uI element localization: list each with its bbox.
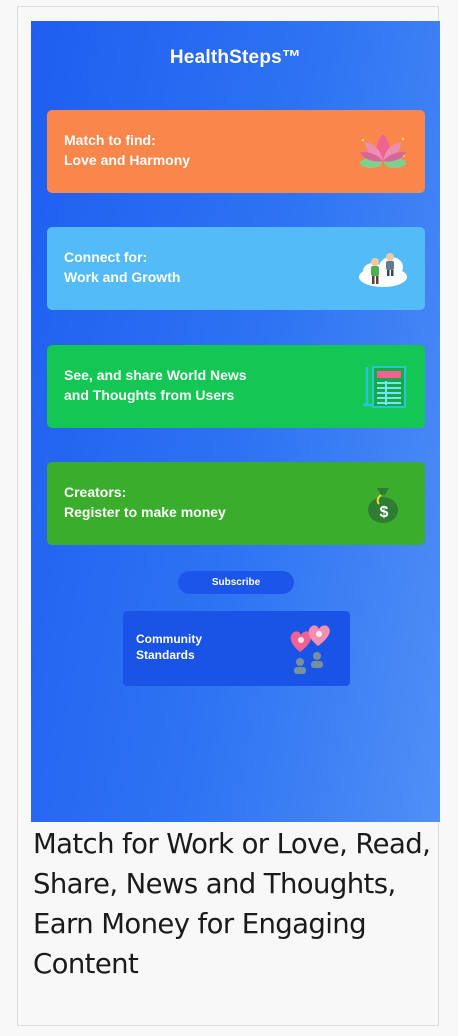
connect-work-card[interactable]: Connect for: Work and Growth <box>47 227 425 310</box>
subscribe-button[interactable]: Subscribe <box>178 571 294 594</box>
match-love-card[interactable]: Match to find: Love and Harmony <box>47 110 425 193</box>
money-bag-icon: $ <box>368 488 398 523</box>
svg-text:$: $ <box>380 504 389 521</box>
app-screen: HealthSteps™ Match to find: Love and Har… <box>31 21 440 822</box>
description-caption: Match for Work or Love, Read, Share, New… <box>33 828 431 980</box>
news-document-icon <box>363 366 406 408</box>
creators-card[interactable]: Creators: Register to make money $ <box>47 462 425 545</box>
lotus-icon <box>360 134 406 168</box>
hearts-people-icon <box>290 625 330 674</box>
app-title: HealthSteps™ <box>169 47 302 68</box>
community-standards-card[interactable]: Community Standards <box>123 611 350 686</box>
people-cloud-icon <box>359 253 407 287</box>
world-news-card[interactable]: See, and share World News and Thoughts f… <box>47 345 425 428</box>
